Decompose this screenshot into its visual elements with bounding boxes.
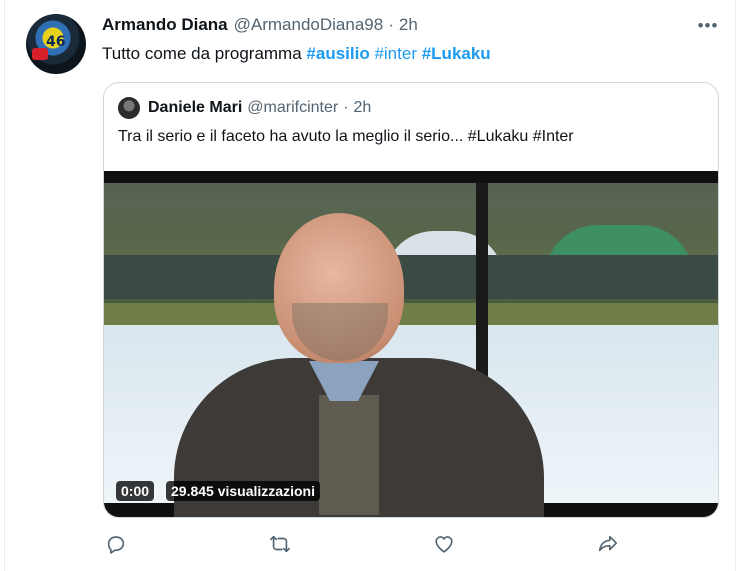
author-avatar[interactable]: 46 bbox=[26, 14, 86, 74]
video-person-sweater bbox=[319, 395, 379, 515]
quoted-text: Tra il serio e il faceto ha avuto la meg… bbox=[118, 128, 574, 145]
hashtag-lukaku[interactable]: #Lukaku bbox=[422, 44, 491, 63]
quoted-author-name[interactable]: Daniele Mari bbox=[148, 99, 242, 117]
quoted-tweet[interactable]: Daniele Mari @marifcinter · 2h Tra il se… bbox=[103, 82, 719, 518]
separator-dot: · bbox=[388, 15, 394, 34]
tweet-time[interactable]: 2h bbox=[399, 15, 418, 35]
video-frame bbox=[104, 183, 718, 517]
share-icon bbox=[598, 535, 618, 552]
more-icon: ••• bbox=[697, 16, 719, 35]
share-button[interactable] bbox=[594, 530, 622, 558]
hashtag-inter[interactable]: #inter bbox=[374, 44, 417, 63]
like-button[interactable] bbox=[430, 530, 458, 558]
retweet-icon bbox=[270, 535, 290, 553]
video-fence bbox=[104, 255, 718, 299]
retweet-button[interactable] bbox=[266, 530, 294, 558]
tweet-header: Armando Diana @ArmandoDiana98 · 2h bbox=[102, 15, 418, 37]
more-options-button[interactable]: ••• bbox=[696, 16, 720, 36]
quoted-header: Daniele Mari @marifcinter · 2h bbox=[118, 97, 371, 119]
tweet-text: Tutto come da programma #ausilio #inter … bbox=[102, 44, 491, 64]
author-name[interactable]: Armando Diana bbox=[102, 15, 228, 35]
quoted-separator-dot: · bbox=[343, 99, 349, 116]
quoted-author-avatar[interactable] bbox=[118, 97, 140, 119]
quoted-author-handle[interactable]: @marifcinter bbox=[247, 99, 338, 117]
video-grass bbox=[104, 303, 718, 325]
avatar-number-graphic: 46 bbox=[46, 34, 66, 50]
reply-button[interactable] bbox=[102, 530, 130, 558]
tweet-text-body: Tutto come da programma bbox=[102, 44, 307, 63]
video-elapsed-time: 0:00 bbox=[116, 481, 155, 501]
tweet-actions bbox=[102, 530, 642, 558]
quoted-time[interactable]: 2h bbox=[354, 99, 372, 117]
hashtag-ausilio[interactable]: #ausilio bbox=[306, 44, 369, 63]
author-handle[interactable]: @ArmandoDiana98 bbox=[234, 15, 384, 35]
video-view-count: 29.845 visualizzazioni bbox=[166, 481, 320, 501]
like-icon bbox=[435, 536, 453, 553]
reply-icon bbox=[107, 536, 125, 554]
video-player[interactable]: 0:00 29.845 visualizzazioni bbox=[104, 171, 718, 517]
avatar-badge-graphic bbox=[32, 48, 48, 60]
